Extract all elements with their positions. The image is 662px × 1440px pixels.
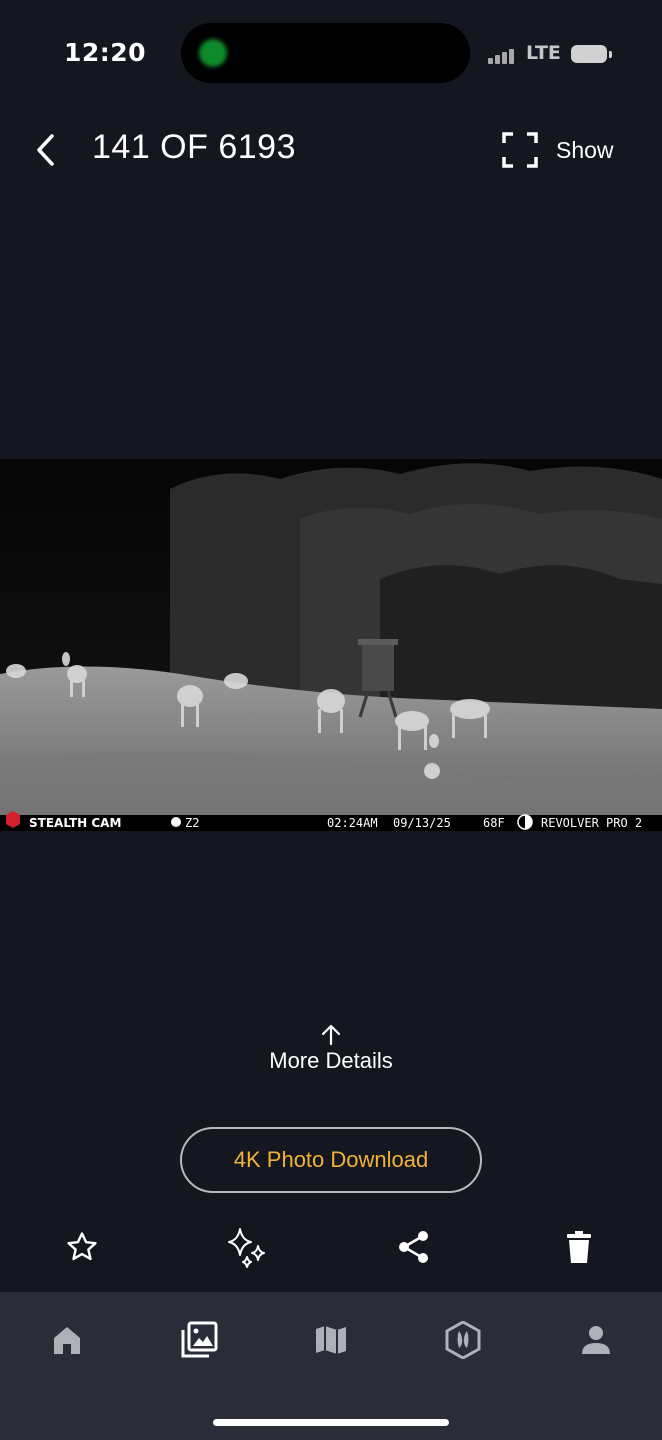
delete-button[interactable] (554, 1222, 604, 1272)
chevron-left-icon (37, 134, 54, 166)
stamp-time: 02:24AM (327, 816, 378, 830)
more-details-button[interactable]: More Details (231, 1024, 431, 1088)
tab-home[interactable] (39, 1312, 95, 1368)
show-label: Show (556, 136, 614, 163)
bottom-tab-bar (0, 1292, 662, 1440)
tab-hunt[interactable] (435, 1312, 491, 1368)
status-time: 12:20 (64, 38, 147, 67)
battery-icon (571, 45, 612, 63)
map-icon (316, 1326, 346, 1354)
night-deer-image: STEALTH CAM Z2 02:24AM 09/13/25 68F REVO… (0, 459, 662, 831)
network-type: LTE (526, 42, 561, 64)
photo-counter-title: 141 OF 6193 (92, 128, 296, 166)
photo-download-button[interactable]: 4K Photo Download (180, 1127, 482, 1193)
photo-gallery-icon (181, 1321, 218, 1358)
photo-viewer-header: 141 OF 6193 Show (0, 112, 662, 184)
deer-track-badge-icon (445, 1321, 481, 1359)
stamp-temperature: 68F (483, 816, 505, 830)
trash-icon (567, 1231, 591, 1263)
photo-action-bar (0, 1218, 662, 1276)
stamp-brand: STEALTH CAM (29, 816, 121, 830)
favorite-button[interactable] (57, 1222, 107, 1272)
share-button[interactable] (389, 1222, 439, 1272)
user-icon (582, 1326, 610, 1354)
enhance-button[interactable] (222, 1222, 272, 1272)
status-bar: 12:20 LTE (0, 0, 662, 100)
tab-account[interactable] (568, 1312, 624, 1368)
star-outline-icon (67, 1232, 97, 1261)
fullscreen-corners-icon (502, 132, 538, 168)
stamp-model: REVOLVER PRO 2 (541, 816, 642, 830)
sparkles-icon (228, 1228, 265, 1268)
home-icon (54, 1327, 80, 1354)
moon-phase-icon (517, 814, 533, 830)
tab-photos[interactable] (171, 1312, 227, 1368)
arrow-up-icon (321, 1024, 341, 1046)
cellular-signal-icon (488, 46, 522, 64)
camera-id-icon (171, 817, 181, 827)
tab-map[interactable] (303, 1312, 359, 1368)
camera-indicator-icon (199, 39, 227, 67)
stamp-date: 09/13/25 (393, 816, 451, 830)
show-fullscreen-button[interactable]: Show (502, 130, 614, 170)
dynamic-island (181, 23, 470, 83)
home-indicator (213, 1419, 449, 1426)
stamp-camera-id: Z2 (185, 816, 199, 830)
photo-download-label: 4K Photo Download (233, 1147, 429, 1172)
share-icon (399, 1231, 428, 1263)
trail-camera-photo[interactable]: STEALTH CAM Z2 02:24AM 09/13/25 68F REVO… (0, 459, 662, 831)
more-details-label: More Details (269, 1048, 393, 1073)
back-button[interactable] (26, 130, 66, 170)
